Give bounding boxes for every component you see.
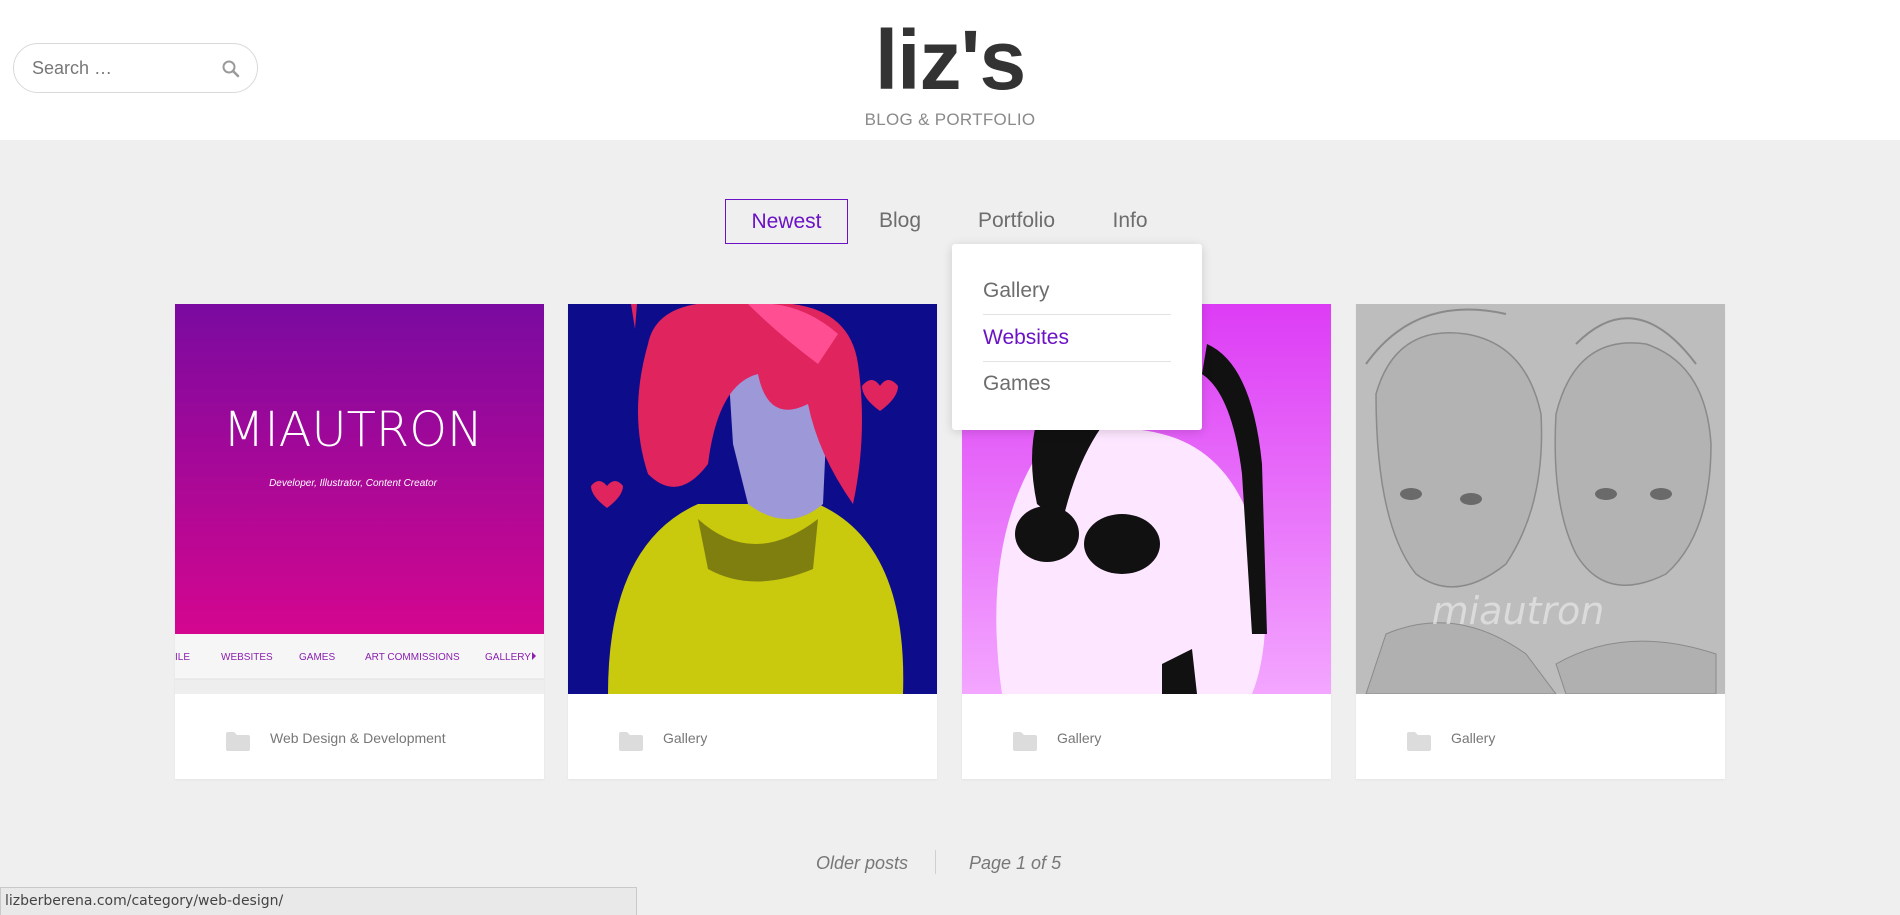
dropdown-item-websites[interactable]: Websites	[983, 315, 1171, 361]
folder-icon	[1407, 732, 1431, 751]
post-meta: Gallery	[568, 694, 937, 779]
browser-status-bar: lizberberena.com/category/web-design/	[0, 887, 637, 915]
site-header: liz's BLOG & PORTFOLIO	[0, 0, 1900, 140]
nav-item-blog[interactable]: Blog	[867, 199, 933, 244]
dropdown-item-games[interactable]: Games	[983, 361, 1171, 407]
miautron-website-thumbnail: MIAUTRON Developer, Illustrator, Content…	[175, 304, 544, 694]
post-category-link[interactable]: Gallery	[663, 728, 707, 748]
pagination: Older posts Page 1 of 5	[0, 850, 1900, 877]
post-category-link[interactable]: Web Design & Development	[270, 728, 446, 748]
post-category-link[interactable]: Gallery	[1057, 728, 1101, 748]
folder-icon	[226, 732, 250, 751]
thumb-menu-item: ART COMMISSIONS	[365, 652, 460, 663]
nav-item-newest[interactable]: Newest	[725, 199, 848, 244]
post-thumbnail[interactable]: miautron	[1356, 304, 1725, 694]
miautron-logo-subtitle: Developer, Illustrator, Content Creator	[269, 478, 438, 489]
thumb-watermark: miautron	[1432, 589, 1605, 633]
portfolio-dropdown: Gallery Websites Games	[952, 244, 1202, 430]
post-meta: Web Design & Development	[175, 694, 544, 779]
nav-item-info[interactable]: Info	[1104, 199, 1156, 244]
post-thumbnail[interactable]	[568, 304, 937, 694]
site-title[interactable]: liz's	[0, 10, 1900, 110]
thumb-menu-item: GALLERY	[485, 652, 531, 663]
miautron-logo-text: MIAUTRON	[223, 402, 483, 458]
illustration-red-hair-girl	[568, 304, 937, 694]
page-indicator: Page 1 of 5	[969, 853, 1062, 873]
post-card[interactable]: miautron Gallery	[1356, 304, 1725, 779]
post-meta: Gallery	[962, 694, 1331, 779]
older-posts-link[interactable]: Older posts	[816, 853, 908, 874]
main-nav: Newest Blog Portfolio Info	[0, 199, 1900, 244]
thumb-menu-item: ILE	[175, 652, 190, 663]
dropdown-item-gallery[interactable]: Gallery	[983, 268, 1171, 314]
pagination-divider	[935, 850, 936, 874]
post-thumbnail[interactable]: MIAUTRON Developer, Illustrator, Content…	[175, 304, 544, 694]
folder-icon	[1013, 732, 1037, 751]
folder-icon	[619, 732, 643, 751]
nav-item-portfolio[interactable]: Portfolio	[970, 199, 1063, 244]
post-category-link[interactable]: Gallery	[1451, 728, 1495, 748]
site-tagline: BLOG & PORTFOLIO	[864, 110, 1036, 129]
post-card[interactable]: MIAUTRON Developer, Illustrator, Content…	[175, 304, 544, 779]
post-meta: Gallery	[1356, 694, 1725, 779]
thumb-menu-item: GAMES	[299, 652, 335, 663]
pencil-sketch-thumbnail: miautron	[1356, 304, 1725, 694]
post-card[interactable]: Gallery	[568, 304, 937, 779]
thumb-menu-item: WEBSITES	[221, 652, 273, 663]
